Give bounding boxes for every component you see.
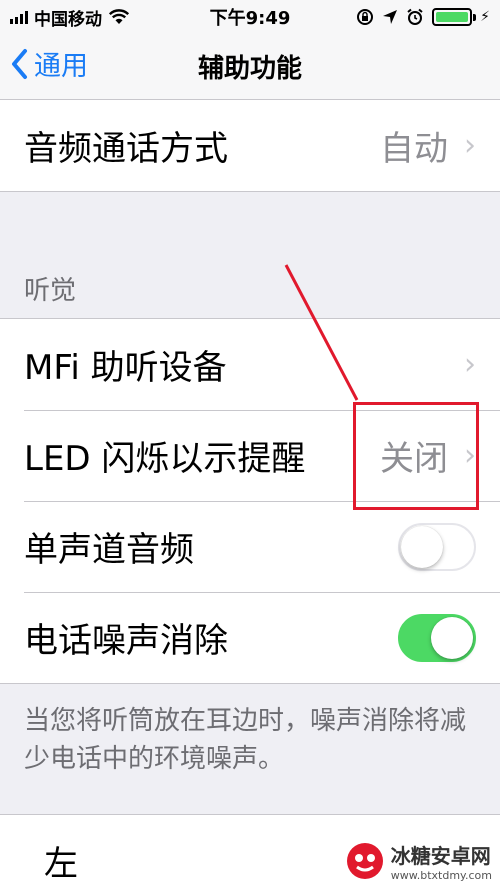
chevron-right-icon: › — [464, 347, 476, 382]
call-audio-routing-row[interactable]: 音频通话方式 自动 › — [0, 100, 500, 191]
accessibility-screen: 中国移动 下午9:49 ⚡ 通用 辅助功能 音频通话方式 自动 › 听觉 MFi… — [0, 0, 500, 888]
toggle-knob — [401, 525, 443, 568]
row-label: 音频通话方式 — [24, 129, 228, 169]
navigation-bar: 通用 辅助功能 — [0, 34, 500, 100]
row-value: 关闭 — [380, 439, 448, 479]
chevron-left-icon — [12, 48, 27, 79]
page-title: 辅助功能 — [197, 54, 302, 84]
status-bar: 中国移动 下午9:49 ⚡ — [0, 0, 500, 34]
hearing-group: MFi 助听设备 › LED 闪烁以示提醒 关闭 › 单声道音频 电话噪声消除 — [0, 318, 500, 684]
back-label: 通用 — [34, 51, 88, 82]
led-flash-alerts-row[interactable]: LED 闪烁以示提醒 关闭 › — [0, 410, 500, 501]
wifi-icon — [108, 9, 130, 24]
call-audio-group: 音频通话方式 自动 › — [0, 100, 500, 192]
row-label: MFi 助听设备 — [24, 348, 227, 388]
back-button[interactable]: 通用 — [10, 44, 88, 83]
watermark-name: 冰糖安卓网 — [390, 844, 491, 868]
mfi-hearing-devices-row[interactable]: MFi 助听设备 › — [0, 319, 500, 410]
section-header-hearing: 听觉 — [24, 276, 77, 306]
toggle-knob — [431, 616, 473, 659]
status-left: 中国移动 — [10, 5, 200, 30]
location-icon — [383, 10, 398, 24]
row-label: 单声道音频 — [24, 530, 194, 570]
watermark: 冰糖安卓网 www.btxtdmy.com — [345, 840, 492, 882]
watermark-logo-icon — [346, 843, 383, 879]
watermark-url: www.btxtdmy.com — [390, 869, 492, 882]
battery-icon — [432, 8, 477, 26]
chevron-right-icon: › — [464, 128, 476, 163]
noise-cancellation-toggle[interactable] — [398, 613, 476, 662]
charging-icon: ⚡ — [480, 9, 490, 25]
mono-audio-toggle[interactable] — [398, 522, 476, 571]
battery-fill — [436, 12, 469, 22]
carrier-label: 中国移动 — [34, 9, 102, 30]
row-label: 电话噪声消除 — [24, 621, 228, 661]
chevron-right-icon: › — [464, 438, 476, 473]
signal-icon — [10, 10, 28, 24]
row-value: 自动 — [380, 129, 448, 169]
row-label: LED 闪烁以示提醒 — [24, 439, 306, 479]
noise-cancellation-footer: 当您将听筒放在耳边时，噪声消除将减少电话中的环境噪声。 — [24, 706, 467, 774]
status-right: ⚡ — [300, 8, 490, 26]
alarm-icon — [407, 8, 423, 25]
phone-noise-cancellation-row: 电话噪声消除 — [0, 592, 500, 683]
rotation-lock-icon — [357, 9, 374, 25]
mono-audio-row: 单声道音频 — [0, 501, 500, 592]
status-time: 下午9:49 — [209, 8, 291, 29]
